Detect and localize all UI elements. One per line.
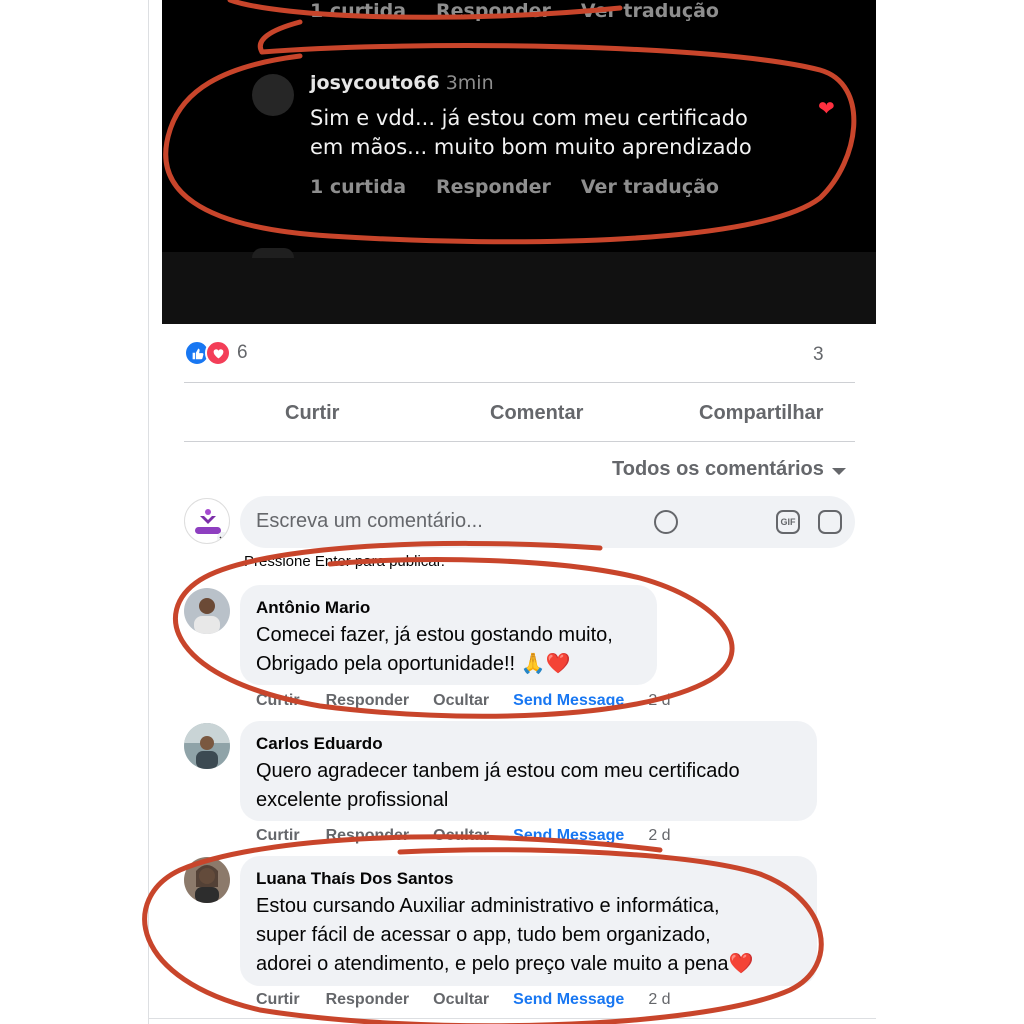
send-message-link[interactable]: Send Message <box>513 991 624 1009</box>
prev-reply: Responder <box>436 0 551 22</box>
comment-actions: Curtir Responder Ocultar Send Message 2 … <box>256 991 671 1009</box>
avatar[interactable] <box>184 857 230 903</box>
comment-hide-link[interactable]: Ocultar <box>433 827 489 845</box>
ig-username: josycouto66 3min <box>310 72 494 94</box>
comment-like-link[interactable]: Curtir <box>256 692 300 710</box>
comment-like-link[interactable]: Curtir <box>256 827 300 845</box>
comment-hide-link[interactable]: Ocultar <box>433 991 489 1009</box>
emoji-icon[interactable] <box>818 510 842 534</box>
comment-line: Comecei fazer, já estou gostando muito, <box>256 624 613 646</box>
enter-hint: Pressione Enter para publicar. <box>244 553 445 570</box>
comment-author[interactable]: Luana Thaís Dos Santos <box>256 868 801 890</box>
comment-author[interactable]: Carlos Eduardo <box>256 733 801 755</box>
comment-line: Quero agradecer tanbem já estou com meu … <box>256 760 740 782</box>
ig-likes: 1 curtida <box>310 176 407 198</box>
comment-button[interactable]: Comentar <box>490 402 583 425</box>
love-icon <box>205 340 231 366</box>
ig-time: 3min <box>445 72 494 94</box>
comment-actions: Curtir Responder Ocultar Send Message 2 … <box>256 692 671 710</box>
post-left-border <box>148 0 149 1024</box>
comment-line: excelente profissional <box>256 789 449 811</box>
comment-line: super fácil de acessar o app, tudo bem o… <box>256 924 711 946</box>
comment-input[interactable]: Escreva um comentário... <box>256 510 483 533</box>
comment-text: Comecei fazer, já estou gostando muito, … <box>256 621 641 679</box>
ig-line2: em mãos... muito bom muito aprendizado <box>310 135 752 159</box>
comment-text: Quero agradecer tanbem já estou com meu … <box>256 757 801 815</box>
like-button[interactable]: Curtir <box>285 402 339 425</box>
comment-bubble: Carlos Eduardo Quero agradecer tanbem já… <box>240 721 817 821</box>
comment-line: Obrigado pela oportunidade!! 🙏❤️ <box>256 653 571 675</box>
screenshot-bottom-band <box>162 252 876 324</box>
reactions-summary[interactable]: 6 <box>184 340 248 366</box>
ig-comment-text: Sim e vdd... já estou com meu certificad… <box>310 104 830 162</box>
comment-count[interactable]: 3 <box>813 344 824 366</box>
comment-bubble: Luana Thaís Dos Santos Estou cursando Au… <box>240 856 817 986</box>
send-message-link[interactable]: Send Message <box>513 692 624 710</box>
comment-like-link[interactable]: Curtir <box>256 991 300 1009</box>
comment-composer[interactable]: Escreva um comentário... GIF <box>240 496 855 548</box>
my-avatar[interactable] <box>184 498 230 544</box>
divider-bottom <box>184 441 855 442</box>
avatar[interactable] <box>184 723 230 769</box>
comment-filter-dropdown[interactable]: Todos os comentários <box>612 458 846 481</box>
gif-icon[interactable]: GIF <box>776 510 800 534</box>
ig-avatar <box>252 74 294 116</box>
comment-bubble: Antônio Mario Comecei fazer, já estou go… <box>240 585 657 685</box>
ig-user: josycouto66 <box>310 72 440 94</box>
comment-reply-link[interactable]: Responder <box>326 827 410 845</box>
comment-reply-link[interactable]: Responder <box>326 991 410 1009</box>
ig-translate: Ver tradução <box>580 176 719 198</box>
comment-author[interactable]: Antônio Mario <box>256 597 641 619</box>
heart-icon: ❤ <box>818 98 835 120</box>
prev-comment-meta: 1 curtida Responder Ver tradução <box>310 0 719 22</box>
comment-line: adorei o atendimento, e pelo preço vale … <box>256 953 754 975</box>
post-bottom-border <box>148 1018 876 1019</box>
ig-next-avatar <box>252 248 294 258</box>
sticker-icon[interactable] <box>654 510 678 534</box>
comment-age[interactable]: 2 d <box>648 692 670 710</box>
comment-reply-link[interactable]: Responder <box>326 692 410 710</box>
comment-age[interactable]: 2 d <box>648 991 670 1009</box>
caret-down-icon <box>831 467 846 475</box>
comment-filter-label: Todos os comentários <box>612 458 824 480</box>
ig-line1: Sim e vdd... já estou com meu certificad… <box>310 106 748 130</box>
divider-top <box>184 382 855 383</box>
comment-text: Estou cursando Auxiliar administrativo e… <box>256 892 801 979</box>
ig-reply: Responder <box>436 176 551 198</box>
reaction-count: 6 <box>237 342 248 363</box>
prev-translate: Ver tradução <box>580 0 719 22</box>
prev-likes: 1 curtida <box>310 0 407 22</box>
ig-comment-meta: 1 curtida Responder Ver tradução <box>310 176 719 198</box>
comment-actions: Curtir Responder Ocultar Send Message 2 … <box>256 827 671 845</box>
embedded-screenshot: 1 curtida Responder Ver tradução josycou… <box>162 0 876 324</box>
comment-hide-link[interactable]: Ocultar <box>433 692 489 710</box>
share-button[interactable]: Compartilhar <box>699 402 823 425</box>
avatar[interactable] <box>184 588 230 634</box>
send-message-link[interactable]: Send Message <box>513 827 624 845</box>
comment-age[interactable]: 2 d <box>648 827 670 845</box>
comment-line: Estou cursando Auxiliar administrativo e… <box>256 895 720 917</box>
